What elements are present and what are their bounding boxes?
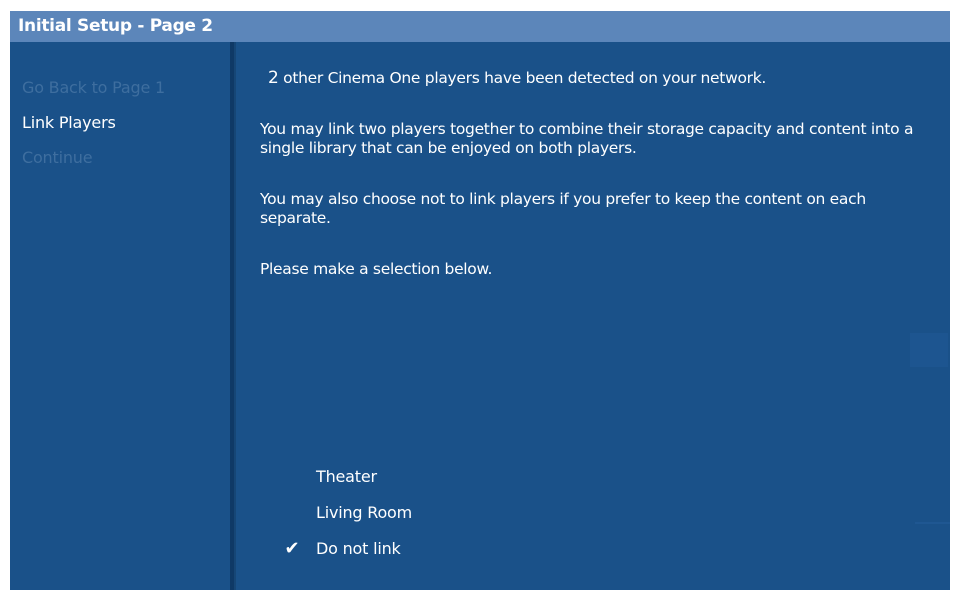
option-do-not-link[interactable]: ✔ Do not link (272, 531, 412, 567)
option-label: Living Room (316, 503, 413, 522)
title-bar: Initial Setup - Page 2 (10, 11, 950, 42)
link-options-list: Theater Living Room ✔ Do not link (272, 459, 413, 567)
faint-divider-line (915, 522, 950, 524)
option-living-room[interactable]: Living Room (272, 495, 412, 531)
window-title: Initial Setup - Page 2 (18, 16, 213, 36)
option-label: Do not link (316, 539, 401, 558)
sidebar-divider-shade (234, 42, 236, 590)
main-content: 2 other Cinema One players have been det… (260, 42, 930, 462)
detected-count: 2 (268, 68, 279, 88)
option-label: Theater (316, 467, 377, 486)
link-description: You may link two players together to com… (260, 120, 914, 157)
sidebar-item-go-back[interactable]: Go Back to Page 1 (22, 70, 165, 105)
sidebar: Go Back to Page 1 Link Players Continue (10, 42, 230, 590)
check-icon: ✔ (284, 538, 300, 559)
detected-message: 2 other Cinema One players have been det… (268, 69, 938, 88)
option-theater[interactable]: Theater (272, 459, 412, 495)
detected-text: other Cinema One players have been detec… (278, 69, 767, 87)
selection-prompt: Please make a selection below. (260, 260, 493, 278)
no-link-description: You may also choose not to link players … (260, 190, 866, 227)
sidebar-menu: Go Back to Page 1 Link Players Continue (22, 70, 165, 175)
sidebar-item-continue[interactable]: Continue (22, 140, 165, 175)
setup-screen: Initial Setup - Page 2 Go Back to Page 1… (10, 11, 950, 590)
sidebar-item-link-players[interactable]: Link Players (22, 105, 165, 140)
faint-panel-edge (910, 333, 948, 367)
